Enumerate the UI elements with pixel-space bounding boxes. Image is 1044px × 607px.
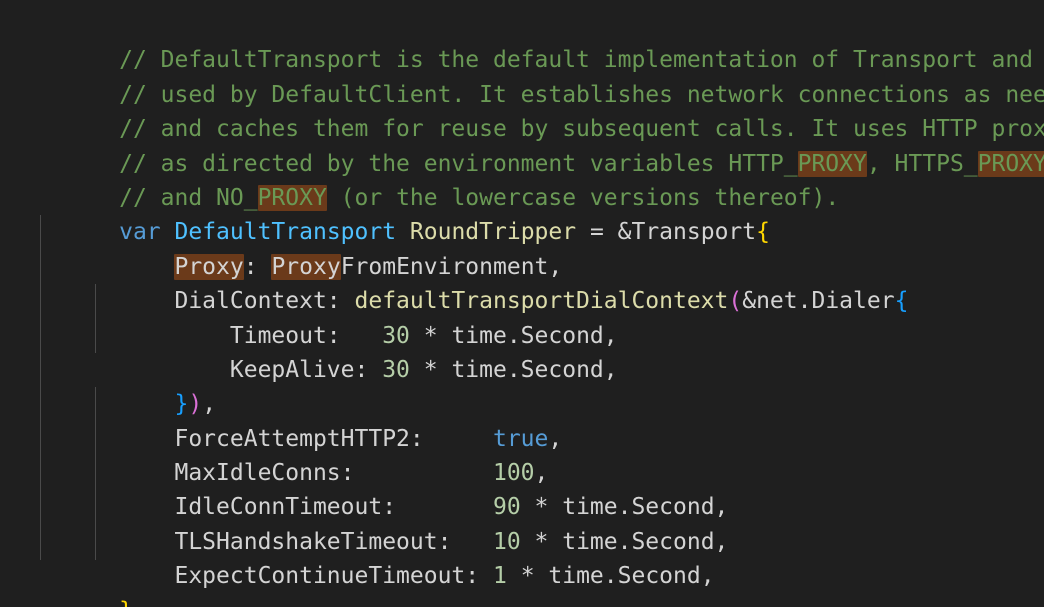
code-line-6[interactable]: var DefaultTransport RoundTripper = &Tra… xyxy=(0,181,1044,245)
code-line-15[interactable]: TLSHandshakeTimeout: 10 * time.Second, xyxy=(0,490,1044,555)
code-line-17[interactable]: } xyxy=(0,559,1044,607)
code-line-3[interactable]: // and caches them for reuse by subseque… xyxy=(0,78,1044,142)
code-line-8[interactable]: DialContext: defaultTransportDialContext… xyxy=(0,250,1044,314)
code-line-10[interactable]: KeepAlive: 30 * time.Second, xyxy=(0,319,1044,383)
code-line-11[interactable]: }), xyxy=(0,353,1044,417)
code-line-12[interactable]: ForceAttemptHTTP2: true, xyxy=(0,387,1044,452)
code-line-1[interactable]: // DefaultTransport is the default imple… xyxy=(0,9,1044,73)
code-line-7[interactable]: Proxy: ProxyFromEnvironment, xyxy=(0,215,1044,280)
code-line-16[interactable]: ExpectContinueTimeout: 1 * time.Second, xyxy=(0,525,1044,589)
code-lines-container[interactable]: // DefaultTransport is the default imple… xyxy=(0,9,1044,607)
close-brace-level-1: } xyxy=(119,598,133,607)
code-line-13[interactable]: MaxIdleConns: 100, xyxy=(0,422,1044,486)
code-line-9[interactable]: Timeout: 30 * time.Second, xyxy=(0,284,1044,349)
code-editor-viewport[interactable]: // DefaultTransport is the default imple… xyxy=(0,0,1044,607)
code-line-5[interactable]: // and NO_PROXY (or the lowercase versio… xyxy=(0,147,1044,211)
code-line-4[interactable]: // as directed by the environment variab… xyxy=(0,112,1044,177)
code-line-14[interactable]: IdleConnTimeout: 90 * time.Second, xyxy=(0,456,1044,520)
code-line-2[interactable]: // used by DefaultClient. It establishes… xyxy=(0,43,1044,108)
